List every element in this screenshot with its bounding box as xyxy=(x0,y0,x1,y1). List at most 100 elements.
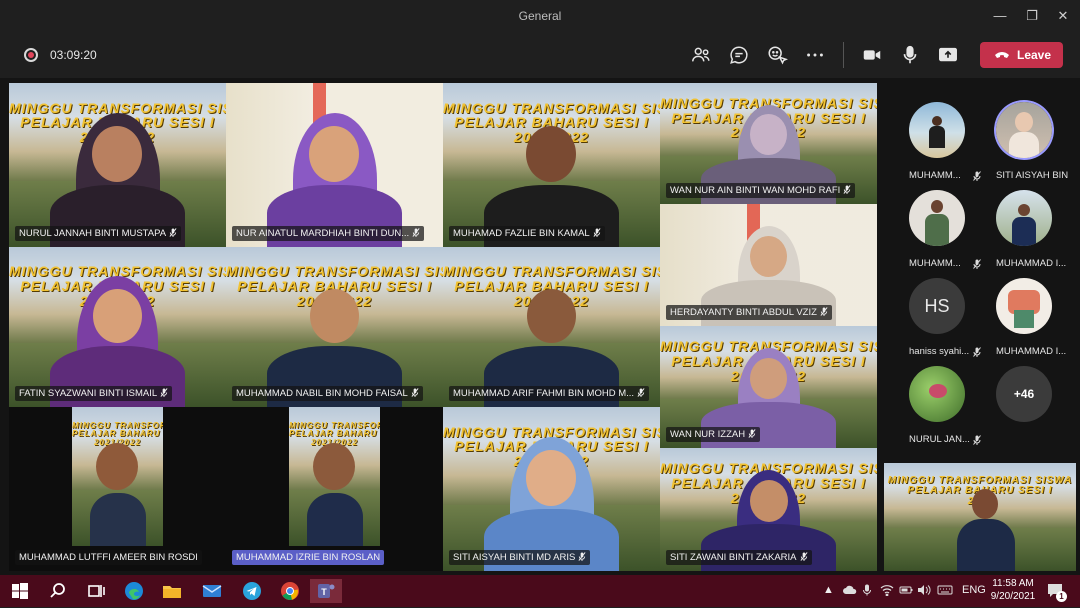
recording-icon xyxy=(24,48,38,62)
clock-time: 11:58 AM xyxy=(992,578,1034,589)
camera-icon[interactable] xyxy=(861,44,883,66)
avatar xyxy=(909,102,965,158)
participant-name-label: MUHAMMAD NABIL BIN MOHD FAISAL xyxy=(232,386,423,401)
participant-name: MUHAMMAD I... xyxy=(996,258,1067,269)
participant-thumb[interactable]: MUHAMM... xyxy=(893,102,981,190)
tray-mic-icon[interactable] xyxy=(862,584,872,599)
video-tile[interactable]: MINGGU TRANSFORMASI SISWAPELAJAR BAHARU … xyxy=(660,83,877,204)
notification-badge: 1 xyxy=(1056,591,1067,602)
keyboard-icon[interactable] xyxy=(937,584,953,599)
participant-face xyxy=(92,126,142,182)
toolbar-divider xyxy=(843,42,844,68)
participant-thumb[interactable]: HS haniss syahi... xyxy=(893,278,981,366)
participant-name-text: NURUL JANNAH BINTI MUSTAPA xyxy=(19,228,167,239)
tile-video-inset: MINGGU TRANSFORMASI SISWAPELAJAR BAHARU … xyxy=(289,407,380,546)
volume-icon[interactable] xyxy=(917,584,931,599)
participant-name-text: MUHAMAD FAZLIE BIN KAMAL xyxy=(453,228,590,239)
participant-name-text: MUHAMMAD LUTFFI AMEER BIN ROSDI xyxy=(19,552,198,563)
video-tile[interactable]: NUR AINATUL MARDHIAH BINTI DUN... xyxy=(226,83,443,247)
cloud-sync-icon[interactable] xyxy=(843,584,857,596)
self-person xyxy=(972,489,998,519)
task-view-icon[interactable] xyxy=(84,579,108,603)
participant-name-text: MUHAMMAD NABIL BIN MOHD FAISAL xyxy=(236,388,408,399)
participant-thumb[interactable]: MUHAMM... xyxy=(893,190,981,278)
mic-muted-icon xyxy=(843,185,851,194)
microphone-icon[interactable] xyxy=(899,44,921,66)
close-button[interactable]: ✕ xyxy=(1053,6,1073,26)
taskbar-clock[interactable]: 11:58 AM 9/20/2021 xyxy=(988,577,1038,603)
mic-muted-icon xyxy=(800,552,808,561)
participant-thumb[interactable]: MUHAMMAD I... xyxy=(980,278,1068,366)
mic-muted-icon xyxy=(412,228,420,237)
participant-name-label: SITI AISYAH BINTI MD ARIS xyxy=(449,550,591,565)
video-tile[interactable]: MINGGU TRANSFORMASI SISWAPELAJAR BAHARU … xyxy=(443,407,660,571)
more-options-icon[interactable] xyxy=(804,44,826,66)
participant-name-label: MUHAMMAD ARIF FAHMI BIN MOHD M... xyxy=(449,386,650,401)
avatar xyxy=(996,278,1052,334)
reactions-icon[interactable] xyxy=(766,44,788,66)
people-icon[interactable] xyxy=(690,44,712,66)
video-tile[interactable]: MINGGU TRANSFORMASI SISWAPELAJAR BAHARU … xyxy=(9,247,226,407)
participant-name: MUHAMMAD I... xyxy=(996,346,1067,357)
mic-muted-icon xyxy=(748,429,756,438)
participant-face xyxy=(750,480,788,522)
meeting-toolbar: 03:09:20 Leave xyxy=(0,32,1080,78)
participant-thumb[interactable]: SITI AISYAH BIN... xyxy=(980,102,1068,190)
file-explorer-icon[interactable] xyxy=(160,579,184,603)
participant-name-label: MUHAMMAD IZRIE BIN ROSLAN xyxy=(232,550,385,565)
participant-name-label: MUHAMAD FAZLIE BIN KAMAL xyxy=(449,226,605,241)
telegram-icon[interactable] xyxy=(240,579,264,603)
video-tile[interactable]: MINGGU TRANSFORMASI SISWAPELAJAR BAHARU … xyxy=(443,247,660,407)
video-tile[interactable]: MINGGU TRANSFORMASI SISWAPELAJAR BAHARU … xyxy=(443,83,660,247)
participant-name-text: SITI AISYAH BINTI MD ARIS xyxy=(453,552,576,563)
participant-body xyxy=(90,493,146,546)
search-icon[interactable] xyxy=(46,579,70,603)
mic-muted-icon xyxy=(637,388,645,397)
participant-name-text: WAN NUR IZZAH xyxy=(670,429,746,440)
minimize-button[interactable]: — xyxy=(990,6,1010,26)
battery-icon[interactable] xyxy=(899,584,913,599)
windows-start-icon[interactable] xyxy=(8,579,32,603)
leave-button[interactable]: Leave xyxy=(980,42,1063,68)
chrome-icon[interactable] xyxy=(278,579,302,603)
participant-thumb[interactable]: MUHAMMAD I... xyxy=(980,190,1068,278)
tray-overflow-icon[interactable]: ▲ xyxy=(823,584,834,596)
teams-icon[interactable]: T xyxy=(310,579,342,603)
more-participants[interactable]: +46 xyxy=(980,366,1068,454)
chat-icon[interactable] xyxy=(728,44,750,66)
mail-icon[interactable] xyxy=(200,579,224,603)
video-tile[interactable]: MINGGU TRANSFORMASI SISWAPELAJAR BAHARU … xyxy=(660,326,877,448)
participant-name: haniss syahi... xyxy=(909,346,970,357)
restore-button[interactable]: ❐ xyxy=(1022,6,1042,26)
participant-name-label: WAN NUR AIN BINTI WAN MOHD RAFI xyxy=(666,183,856,198)
participant-face xyxy=(527,289,576,343)
edge-browser-icon[interactable] xyxy=(122,579,146,603)
participant-face xyxy=(313,443,355,490)
participant-face xyxy=(96,443,138,490)
language-indicator[interactable]: ENG xyxy=(962,584,986,596)
video-tile[interactable]: MINGGU TRANSFORMASI SISWAPELAJAR BAHARU … xyxy=(226,407,443,571)
avatar xyxy=(996,102,1052,158)
self-view[interactable]: MINGGU TRANSFORMASI SISWA PELAJAR BAHARU… xyxy=(884,463,1076,571)
banner-line1: MINGGU TRANSFORMASI SISWA xyxy=(443,100,660,116)
participant-name-label: WAN NUR IZZAH xyxy=(666,427,761,442)
participant-face xyxy=(750,114,787,155)
mic-muted-icon xyxy=(169,228,177,237)
wifi-icon[interactable] xyxy=(880,584,894,599)
video-tile[interactable]: MINGGU TRANSFORMASI SISWAPELAJAR BAHARU … xyxy=(660,448,877,571)
participant-name-label: MUHAMMAD LUTFFI AMEER BIN ROSDI xyxy=(15,550,202,565)
mic-muted-icon xyxy=(160,388,168,397)
video-tile[interactable]: HERDAYANTY BINTI ABDUL VZIZ xyxy=(660,204,877,326)
video-tile[interactable]: MINGGU TRANSFORMASI SISWAPELAJAR BAHARU … xyxy=(9,83,226,247)
share-screen-icon[interactable] xyxy=(937,44,959,66)
participant-name-text: MUHAMMAD IZRIE BIN ROSLAN xyxy=(236,552,381,563)
participant-name: NURUL JAN... xyxy=(909,434,970,445)
video-tile[interactable]: MINGGU TRANSFORMASI SISWAPELAJAR BAHARU … xyxy=(9,407,226,571)
participant-name-label: FATIN SYAZWANI BINTI ISMAIL xyxy=(15,386,173,401)
participant-name: MUHAMM... xyxy=(909,170,961,181)
participant-face xyxy=(526,450,576,506)
video-tile[interactable]: MINGGU TRANSFORMASI SISWAPELAJAR BAHARU … xyxy=(226,247,443,407)
participant-thumb[interactable]: NURUL JAN... xyxy=(893,366,981,454)
participant-name-label: HERDAYANTY BINTI ABDUL VZIZ xyxy=(666,305,832,320)
clock-date: 9/20/2021 xyxy=(990,591,1036,602)
